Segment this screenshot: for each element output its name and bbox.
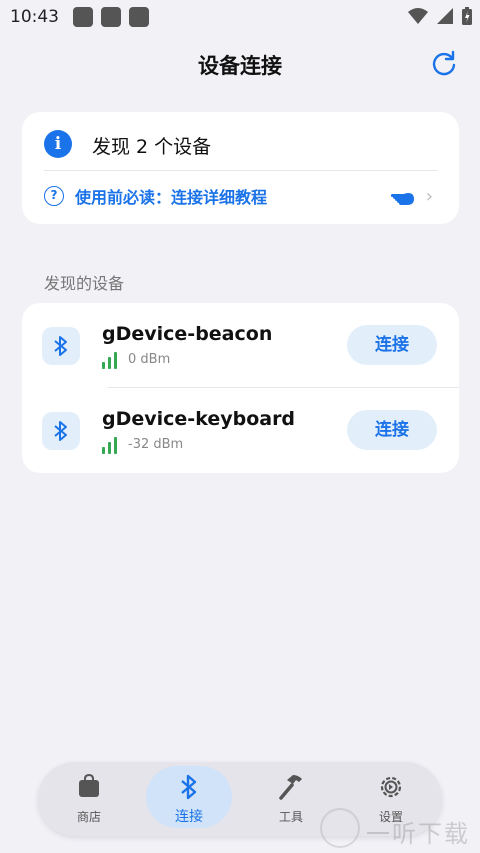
bluetooth-icon	[181, 774, 197, 800]
connect-button[interactable]: 连接	[347, 325, 437, 365]
watermark-logo-icon	[320, 808, 360, 848]
info-card: i 发现 2 个设备 ? 使用前必读：连接详细教程 ›	[22, 112, 459, 224]
notification-icon	[129, 7, 149, 27]
info-icon: i	[44, 130, 72, 158]
device-name: gDevice-beacon	[102, 323, 273, 345]
title-bar: 设备连接	[0, 40, 480, 88]
pointing-hand-icon	[391, 193, 414, 205]
page-title: 设备连接	[198, 54, 282, 78]
nav-label: 连接	[175, 809, 203, 825]
bluetooth-tile	[42, 412, 80, 450]
wifi-icon	[408, 8, 428, 24]
bluetooth-icon	[54, 421, 67, 441]
notification-icon	[101, 7, 121, 27]
devices-found-text: 发现 2 个设备	[92, 136, 212, 158]
status-bar: 10:43	[0, 0, 480, 34]
nav-item-store[interactable]: 商店	[46, 762, 132, 836]
help-icon: ?	[44, 186, 64, 206]
device-rssi: 0 dBm	[128, 352, 171, 367]
hammer-icon	[279, 775, 302, 800]
settings-gear-icon	[380, 776, 402, 798]
notification-icon	[73, 7, 93, 27]
devices-card: gDevice-beacon 0 dBm 连接 gDevice-keyboard…	[22, 303, 459, 473]
refresh-button[interactable]	[430, 49, 458, 77]
device-rssi: -32 dBm	[128, 437, 184, 452]
device-name: gDevice-keyboard	[102, 408, 296, 430]
refresh-icon	[432, 50, 456, 76]
cellular-signal-icon	[437, 8, 453, 24]
tutorial-link[interactable]: ? 使用前必读：连接详细教程 ›	[22, 170, 459, 224]
battery-icon	[462, 7, 472, 25]
bluetooth-tile	[42, 327, 80, 365]
connect-button[interactable]: 连接	[347, 410, 437, 450]
status-time: 10:43	[10, 7, 59, 27]
tutorial-link-label: 使用前必读：连接详细教程	[75, 188, 268, 207]
nav-label: 商店	[76, 810, 101, 824]
signal-strength-icon	[102, 352, 118, 369]
nav-item-connect[interactable]: 连接	[146, 762, 232, 836]
watermark: 一听下载	[318, 806, 478, 850]
device-row: gDevice-beacon 0 dBm 连接	[22, 303, 459, 388]
section-label: 发现的设备	[44, 274, 125, 293]
watermark-text: 一听下载	[366, 820, 470, 848]
chevron-right-icon: ›	[425, 186, 433, 207]
signal-strength-icon	[102, 437, 118, 454]
bluetooth-icon	[54, 336, 67, 356]
shopping-bag-icon	[79, 774, 99, 797]
device-row: gDevice-keyboard -32 dBm 连接	[22, 388, 459, 473]
status-indicators	[408, 7, 472, 25]
